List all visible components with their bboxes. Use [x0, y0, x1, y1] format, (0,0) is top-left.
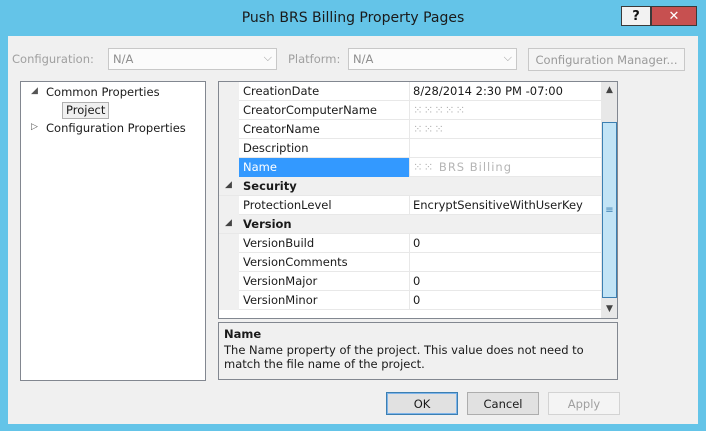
ok-button[interactable]: OK — [386, 392, 458, 415]
property-pages-window: Push BRS Billing Property Pages ? ✕ Conf… — [0, 0, 706, 431]
property-row[interactable]: VersionComments — [219, 253, 601, 272]
tree-item-label: Common Properties — [46, 85, 160, 99]
chevron-down-icon: ⌵ — [263, 51, 272, 64]
configuration-label: Configuration: — [12, 52, 94, 66]
category-name: Version — [243, 217, 292, 231]
property-value[interactable]: ⁙⁙ BRS Billing — [413, 160, 512, 174]
apply-button[interactable]: Apply — [548, 392, 620, 415]
property-name: ProtectionLevel — [243, 198, 332, 212]
close-button[interactable]: ✕ — [651, 6, 697, 26]
category-row-security[interactable]: ◢ Security — [219, 177, 601, 196]
property-name: VersionMajor — [243, 274, 318, 288]
tree-item-label: Project — [66, 103, 106, 117]
property-name: Description — [243, 141, 309, 155]
property-row[interactable]: VersionMinor 0 — [219, 291, 601, 310]
category-row-version[interactable]: ◢ Version — [219, 215, 601, 234]
chevron-down-icon: ⌵ — [503, 51, 512, 64]
scroll-down-icon[interactable]: ▼ — [601, 301, 617, 318]
category-name: Security — [243, 179, 297, 193]
property-value[interactable]: 0 — [413, 274, 420, 288]
property-row[interactable]: CreationDate 8/28/2014 2:30 PM -07:00 — [219, 82, 601, 101]
collapse-triangle-icon[interactable]: ◢ — [31, 86, 38, 96]
platform-combo[interactable]: N/A ⌵ — [348, 48, 517, 70]
configuration-value: N/A — [113, 52, 134, 66]
property-name: VersionBuild — [243, 236, 315, 250]
collapse-triangle-icon[interactable]: ◢ — [225, 218, 232, 228]
configuration-combo[interactable]: N/A ⌵ — [108, 48, 277, 70]
property-value[interactable]: 8/28/2014 2:30 PM -07:00 — [413, 84, 563, 98]
platform-label: Platform: — [288, 52, 341, 66]
title-bar[interactable]: Push BRS Billing Property Pages ? ✕ — [0, 0, 706, 36]
description-text: The Name property of the project. This v… — [224, 343, 584, 371]
property-name: Name — [243, 160, 277, 174]
property-name: CreatorName — [243, 122, 320, 136]
dialog-client-area: Configuration: N/A ⌵ Platform: N/A ⌵ Con… — [8, 36, 698, 424]
property-name: CreatorComputerName — [243, 103, 377, 117]
tree-item-configuration-properties[interactable]: ▷ Configuration Properties — [31, 121, 201, 138]
property-row[interactable]: VersionMajor 0 — [219, 272, 601, 291]
tree-item-common-properties[interactable]: ◢ Common Properties — [31, 85, 201, 102]
scroll-up-icon[interactable]: ▲ — [601, 82, 617, 99]
property-value[interactable]: 0 — [413, 293, 420, 307]
configuration-manager-button[interactable]: Configuration Manager... — [528, 48, 685, 71]
property-row[interactable]: CreatorComputerName ⁙⁙⁙⁙⁙ — [219, 101, 601, 120]
expand-triangle-icon[interactable]: ▷ — [31, 122, 38, 132]
vertical-scrollbar[interactable]: ▲ ≡ ▼ — [601, 82, 617, 318]
tree-item-label: Configuration Properties — [46, 121, 186, 135]
platform-value: N/A — [353, 52, 374, 66]
collapse-triangle-icon[interactable]: ◢ — [225, 180, 232, 190]
property-name: VersionComments — [243, 255, 348, 269]
tree-item-project[interactable]: Project — [62, 102, 110, 119]
property-value[interactable]: EncryptSensitiveWithUserKey — [413, 198, 583, 212]
cancel-button[interactable]: Cancel — [467, 392, 539, 415]
property-value[interactable]: 0 — [413, 236, 420, 250]
grip-icon: ≡ — [605, 205, 614, 216]
scroll-thumb[interactable]: ≡ — [602, 122, 617, 298]
property-grid[interactable]: CreationDate 8/28/2014 2:30 PM -07:00 Cr… — [218, 81, 618, 319]
property-value[interactable]: ⁙⁙⁙ — [413, 122, 445, 136]
property-name: VersionMinor — [243, 293, 318, 307]
help-button[interactable]: ? — [621, 6, 651, 26]
property-row[interactable]: VersionBuild 0 — [219, 234, 601, 253]
property-row-selected[interactable]: Name ⁙⁙ BRS Billing — [219, 158, 601, 177]
property-tree[interactable]: ◢ Common Properties Project ▷ Configurat… — [20, 81, 206, 381]
window-title: Push BRS Billing Property Pages — [241, 10, 465, 26]
description-title: Name — [224, 327, 262, 341]
property-row[interactable]: ProtectionLevel EncryptSensitiveWithUser… — [219, 196, 601, 215]
property-row[interactable]: Description — [219, 139, 601, 158]
property-row[interactable]: CreatorName ⁙⁙⁙ — [219, 120, 601, 139]
property-name: CreationDate — [243, 84, 320, 98]
close-icon: ✕ — [668, 8, 680, 24]
property-value[interactable]: ⁙⁙⁙⁙⁙ — [413, 103, 466, 117]
description-panel: Name The Name property of the project. T… — [218, 322, 618, 380]
